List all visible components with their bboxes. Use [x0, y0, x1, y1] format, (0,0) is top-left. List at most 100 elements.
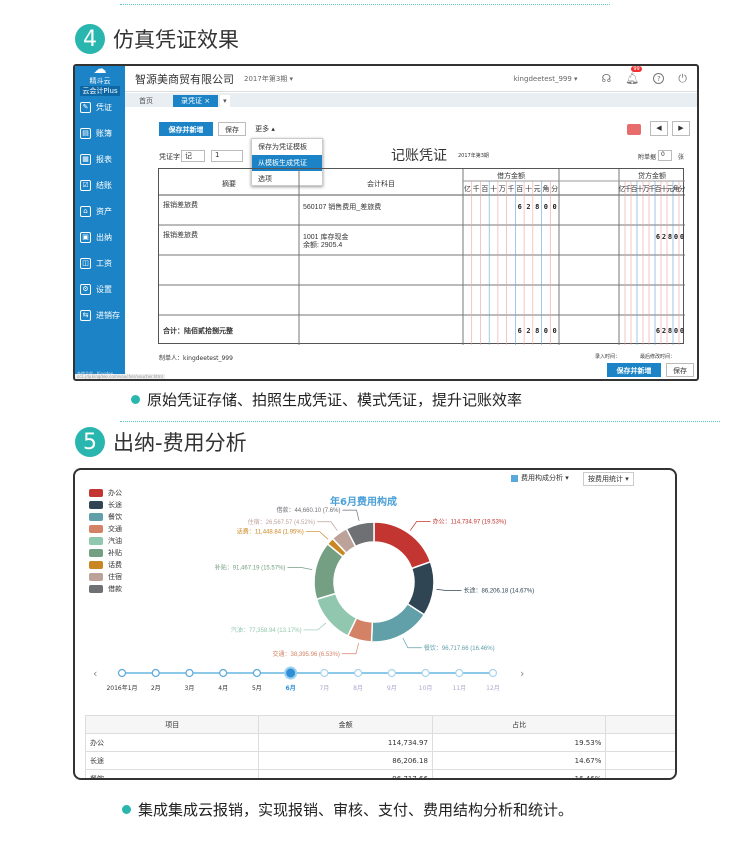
head-summary: 摘要 — [222, 179, 236, 188]
row-balance: 余额: 2905.4 — [303, 240, 342, 249]
sidebar-item-2[interactable]: ▦ 报表 — [75, 146, 125, 172]
maker-label: 制单人：kingdeetest_999 — [159, 355, 233, 362]
section-title-text: 仿真凭证效果 — [113, 28, 239, 52]
timeline-point — [252, 668, 262, 678]
company-name[interactable]: 智源美商贸有限公司 — [135, 71, 234, 87]
analysis-select[interactable]: 费用构成分析 ▾ — [511, 473, 569, 483]
debit-digit-head: 千 — [473, 184, 480, 193]
timeline-label: 2016年1月 — [106, 684, 137, 692]
voucher-number-input[interactable]: 1 — [211, 150, 243, 162]
bullet — [131, 395, 140, 404]
head-account: 会计科目 — [367, 179, 395, 188]
section-number: 4 — [75, 24, 105, 54]
tab-home[interactable]: 首页 — [131, 95, 161, 107]
credit-digit-head: 分 — [679, 184, 686, 193]
sidebar-item-4[interactable]: ⌂ 资产 — [75, 198, 125, 224]
bell-icon[interactable]: 🔔︎ 99 — [625, 66, 642, 85]
slice-label: 补贴：91,467.19 (15.57%) — [215, 563, 286, 571]
sidebar-item-label: 进销存 — [96, 310, 120, 320]
timeline-point-active — [284, 666, 298, 680]
sidebar-item-label: 资产 — [96, 206, 112, 216]
sidebar-item-5[interactable]: ▣ 出纳 — [75, 224, 125, 250]
table-cell — [605, 769, 675, 778]
slice-label: 住宿：26,567.57 (4.52%) — [248, 518, 315, 526]
last-modified-label: 最后修改时间： — [640, 354, 676, 360]
voucher-word-select[interactable]: 记 — [181, 150, 205, 162]
tab-add-button[interactable]: ▾ — [220, 95, 230, 107]
save-button[interactable]: 保存 — [218, 122, 246, 136]
save-new-button[interactable]: 保存并新增 — [159, 122, 213, 136]
slice-餐饮 — [370, 602, 426, 643]
debit-digit-head: 元 — [534, 185, 541, 193]
debit-digit-head: 十 — [490, 184, 497, 193]
sidebar-item-7[interactable]: ⚙ 设置 — [75, 276, 125, 302]
table-cell — [605, 715, 675, 734]
sidebar-icon: ⇆ — [80, 309, 91, 321]
more-button[interactable]: 更多 ▴ — [251, 122, 279, 136]
row-credit-digit: 0 — [674, 233, 678, 241]
sidebar-item-1[interactable]: ▤ 账簿 — [75, 120, 125, 146]
timeline-label: 3月 — [185, 685, 195, 692]
total-debit-digit: 2 — [526, 327, 530, 335]
section-4-title: 4 仿真凭证效果 — [75, 24, 239, 54]
headset-icon[interactable]: ☊ — [602, 72, 612, 85]
caption-2: 集成集成云报销，实现报销、审核、支付、费用结构分析和统计。 — [122, 799, 573, 820]
total-debit-digit: 0 — [544, 327, 548, 335]
help-icon[interactable]: ? — [653, 73, 665, 84]
timeline-label: 10月 — [419, 685, 433, 692]
timeline-label: 12月 — [486, 685, 500, 692]
table-row: 办公 114,734.97 19.53% — [84, 733, 675, 752]
slice-办公 — [373, 521, 432, 570]
timeline-label: 2月 — [151, 685, 161, 692]
chart-icon — [511, 474, 518, 482]
legend-swatch — [89, 488, 103, 497]
attach-input[interactable]: 0 — [658, 150, 672, 161]
voucher-word-label: 凭证字 — [159, 153, 180, 161]
user-menu[interactable]: kingdeetest_999 ▾ — [514, 75, 578, 83]
sidebar-item-label: 设置 — [96, 284, 112, 294]
slice-汽油 — [315, 592, 358, 637]
prev-voucher-button[interactable]: ◀ — [650, 121, 668, 136]
timeline-point — [320, 668, 329, 678]
sidebar-item-label: 结账 — [96, 180, 112, 190]
power-icon[interactable]: ⏻ — [678, 72, 687, 86]
sidebar-item-6[interactable]: ◫ 工资 — [75, 250, 125, 276]
slice-label: 借款：44,660.10 (7.6%) — [276, 506, 340, 514]
expense-table: 项目 金额 占比 办公 114,734.97 19.53% 长途 86,206.18 14.67… — [84, 715, 675, 778]
timeline-label: 4月 — [218, 685, 228, 692]
row-debit-digit: 8 — [535, 203, 539, 211]
timeline-point — [455, 668, 464, 678]
slice-label: 长途：86,206.18 (14.67%) — [463, 587, 534, 595]
label-line — [303, 622, 327, 631]
sidebar-icon: ▣ — [80, 231, 91, 243]
bottom-save-button[interactable]: 保存 — [666, 363, 694, 377]
period-select[interactable]: 2017年第3期 ▾ — [244, 74, 293, 84]
row-debit-digit: 2 — [526, 203, 530, 211]
total-credit-digit: 8 — [668, 327, 672, 335]
legend-item-0[interactable]: 办公 — [89, 487, 122, 498]
total-debit-digit: 6 — [518, 327, 522, 335]
next-voucher-button[interactable]: ▶ — [672, 121, 690, 136]
table-header: 项目 金额 占比 — [84, 715, 675, 734]
tab-voucher[interactable]: 录凭证 × — [173, 95, 219, 107]
sidebar-item-0[interactable]: ✎ 凭证 — [75, 94, 125, 120]
debit-digit-head: 千 — [508, 184, 515, 193]
stat-select[interactable]: 按费用统计 ▾ — [583, 472, 634, 486]
debit-digit-head: 万 — [499, 185, 506, 193]
label-line — [342, 509, 360, 521]
label-line — [287, 567, 313, 570]
print-icon[interactable] — [627, 124, 641, 135]
timeline-point — [387, 668, 396, 678]
table-cell: 长途 — [84, 751, 260, 770]
menu-save-template[interactable]: 保存为凭证模板 — [252, 139, 322, 155]
bottom-save-new-button[interactable]: 保存并新增 — [607, 363, 661, 377]
row-credit-digit: 2 — [662, 233, 666, 241]
table-cell: 14.67% — [431, 751, 607, 770]
debit-digit-head: 亿 — [464, 184, 471, 193]
label-line — [341, 643, 359, 655]
app-logo: ☁ 精斗云 云会计Plus — [75, 66, 125, 96]
sidebar-item-3[interactable]: ☑ 结账 — [75, 172, 125, 198]
tab-bar: 首页 录凭证 × ▾ — [125, 93, 697, 107]
entry-time-label: 录入时间： — [595, 354, 621, 360]
sidebar-item-8[interactable]: ⇆ 进销存 — [75, 302, 125, 328]
